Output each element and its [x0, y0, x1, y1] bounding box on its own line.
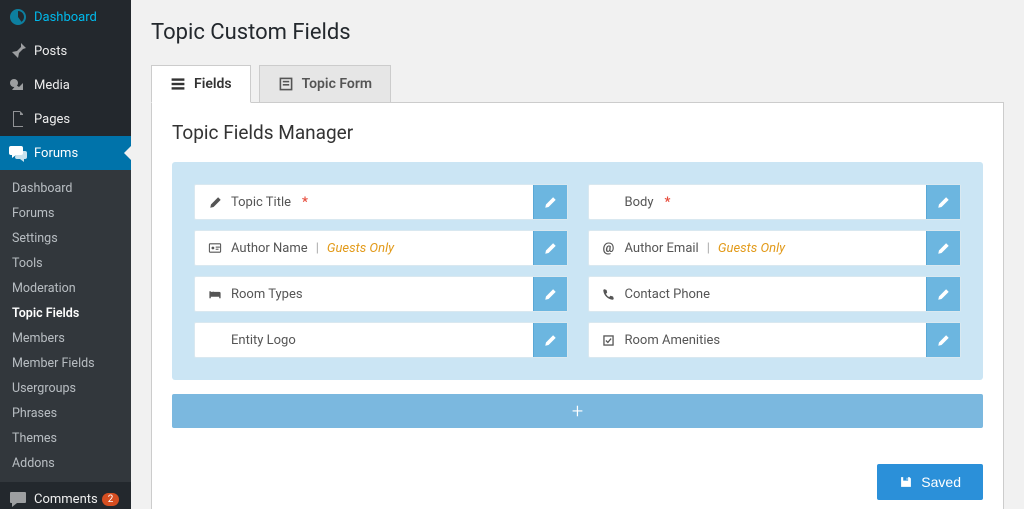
saved-button[interactable]: Saved [877, 464, 983, 500]
field-body[interactable]: Body * [588, 184, 962, 220]
field-contact-phone[interactable]: Contact Phone [588, 276, 962, 312]
manager-title: Topic Fields Manager [172, 121, 983, 144]
field-label: Topic Title [231, 195, 291, 210]
sidebar-item-comments[interactable]: Comments 2 [0, 482, 131, 509]
submenu-moderation[interactable]: Moderation [0, 276, 131, 301]
field-label: Author Name [231, 241, 308, 256]
field-entity-logo[interactable]: Entity Logo [194, 322, 568, 358]
tab-topic-form[interactable]: Topic Form [259, 65, 391, 103]
edit-button[interactable] [926, 185, 960, 219]
guest-note: Guests Only [718, 241, 785, 256]
plus-icon: + [572, 399, 583, 423]
submenu-phrases[interactable]: Phrases [0, 401, 131, 426]
saved-label: Saved [921, 474, 961, 490]
menu-label: Pages [34, 112, 70, 127]
at-icon: @ [601, 241, 617, 256]
admin-sidebar: Dashboard Posts Media Pages Forums Dashb… [0, 0, 131, 509]
guest-note: Guests Only [327, 241, 394, 256]
save-icon [899, 475, 913, 489]
pin-icon [8, 41, 28, 61]
fields-grid: Topic Title * Body * [194, 184, 961, 358]
sidebar-item-forums[interactable]: Forums [0, 136, 131, 170]
menu-label: Posts [34, 44, 67, 59]
submenu-member-fields[interactable]: Member Fields [0, 351, 131, 376]
separator: | [316, 241, 319, 256]
edit-button[interactable] [926, 323, 960, 357]
required-mark: * [665, 195, 671, 210]
sidebar-item-pages[interactable]: Pages [0, 102, 131, 136]
field-topic-title[interactable]: Topic Title * [194, 184, 568, 220]
card-icon [207, 241, 223, 255]
required-mark: * [302, 195, 308, 210]
list-icon [170, 76, 186, 92]
sidebar-item-dashboard[interactable]: Dashboard [0, 0, 131, 34]
pencil-icon [207, 196, 223, 209]
pages-icon [8, 109, 28, 129]
media-icon [8, 75, 28, 95]
tab-row: Fields Topic Form [151, 65, 1004, 103]
save-row: Saved [172, 464, 983, 500]
dashboard-icon [8, 7, 28, 27]
menu-label: Forums [34, 146, 78, 161]
tab-fields[interactable]: Fields [151, 65, 251, 103]
bed-icon [207, 287, 223, 301]
fields-box: Topic Title * Body * [172, 162, 983, 380]
edit-button[interactable] [533, 323, 567, 357]
field-author-email[interactable]: @ Author Email | Guests Only [588, 230, 962, 266]
edit-button[interactable] [533, 277, 567, 311]
submenu-themes[interactable]: Themes [0, 426, 131, 451]
submenu-tools[interactable]: Tools [0, 251, 131, 276]
sidebar-item-posts[interactable]: Posts [0, 34, 131, 68]
field-label: Author Email [625, 241, 699, 256]
checkbox-icon [601, 334, 617, 347]
phone-icon [601, 288, 617, 301]
panel: Topic Fields Manager Topic Title * Body [151, 102, 1004, 509]
menu-label: Media [34, 78, 70, 93]
forums-submenu: Dashboard Forums Settings Tools Moderati… [0, 170, 131, 482]
separator: | [707, 241, 710, 256]
edit-button[interactable] [926, 277, 960, 311]
field-label: Contact Phone [625, 287, 711, 302]
field-label: Room Amenities [625, 333, 721, 348]
submenu-members[interactable]: Members [0, 326, 131, 351]
main-content: Topic Custom Fields Fields Topic Form To… [131, 0, 1024, 509]
submenu-topic-fields[interactable]: Topic Fields [0, 301, 131, 326]
comment-icon [8, 489, 28, 509]
form-icon [278, 76, 294, 92]
field-room-amenities[interactable]: Room Amenities [588, 322, 962, 358]
submenu-settings[interactable]: Settings [0, 226, 131, 251]
field-label: Entity Logo [231, 333, 296, 348]
field-room-types[interactable]: Room Types [194, 276, 568, 312]
page-title: Topic Custom Fields [151, 20, 1004, 45]
add-field-button[interactable]: + [172, 394, 983, 428]
tab-label: Fields [194, 76, 232, 92]
submenu-addons[interactable]: Addons [0, 451, 131, 476]
edit-button[interactable] [926, 231, 960, 265]
forums-icon [8, 143, 28, 163]
field-label: Body [625, 195, 654, 210]
sidebar-item-media[interactable]: Media [0, 68, 131, 102]
submenu-forums[interactable]: Forums [0, 201, 131, 226]
edit-button[interactable] [533, 231, 567, 265]
submenu-usergroups[interactable]: Usergroups [0, 376, 131, 401]
submenu-dashboard[interactable]: Dashboard [0, 176, 131, 201]
edit-button[interactable] [533, 185, 567, 219]
field-author-name[interactable]: Author Name | Guests Only [194, 230, 568, 266]
field-label: Room Types [231, 287, 303, 302]
menu-label: Dashboard [34, 10, 97, 25]
tab-label: Topic Form [302, 76, 372, 92]
comments-badge: 2 [102, 493, 120, 506]
menu-label: Comments [34, 492, 98, 507]
